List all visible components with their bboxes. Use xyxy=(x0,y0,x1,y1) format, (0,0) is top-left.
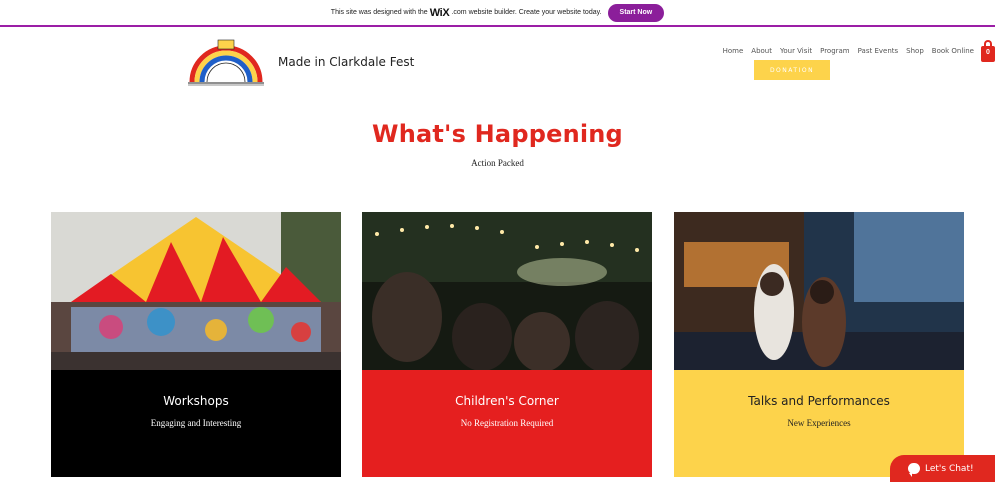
wix-logo[interactable]: WiX xyxy=(430,7,450,19)
site-logo[interactable] xyxy=(184,38,268,86)
site-title[interactable]: Made in Clarkdale Fest xyxy=(278,55,414,69)
cart-count: 0 xyxy=(986,49,990,56)
card-title: Talks and Performances xyxy=(748,394,890,408)
nav-about[interactable]: About xyxy=(751,47,772,55)
card-title: Workshops xyxy=(163,394,229,408)
card-title: Children's Corner xyxy=(455,394,559,408)
card-subtitle: Engaging and Interesting xyxy=(150,418,242,428)
chat-button[interactable]: Let's Chat! xyxy=(890,455,995,482)
chat-label: Let's Chat! xyxy=(925,463,974,474)
nav-your-visit[interactable]: Your Visit xyxy=(780,47,812,55)
card-talks-performances[interactable]: Talks and Performances New Experiences xyxy=(674,212,964,477)
childrens-corner-photo xyxy=(362,212,652,370)
start-now-button[interactable]: Start Now xyxy=(607,3,665,22)
cart-icon[interactable]: 0 xyxy=(981,40,995,62)
card-workshops[interactable]: Workshops Engaging and Interesting xyxy=(51,212,341,477)
nav-home[interactable]: Home xyxy=(723,47,744,55)
nav-program[interactable]: Program xyxy=(820,47,850,55)
section-title: What's Happening xyxy=(372,120,623,148)
nav-shop[interactable]: Shop xyxy=(906,47,924,55)
wix-banner-text-after: .com website builder. Create your websit… xyxy=(451,9,602,16)
card-childrens-corner[interactable]: Children's Corner No Registration Requir… xyxy=(362,212,652,477)
talks-performances-photo xyxy=(674,212,964,370)
wix-banner: This site was designed with the WiX .com… xyxy=(0,0,995,27)
donation-button[interactable]: DONATION xyxy=(754,60,830,80)
wix-banner-text-before: This site was designed with the xyxy=(330,9,428,16)
nav-book-online[interactable]: Book Online xyxy=(932,47,974,55)
wix-banner-text: This site was designed with the WiX .com… xyxy=(331,7,602,19)
main-nav: Home About Your Visit Program Past Event… xyxy=(723,47,974,55)
workshops-photo xyxy=(51,212,341,370)
section-subtitle: Action Packed xyxy=(471,158,524,168)
nav-past-events[interactable]: Past Events xyxy=(858,47,899,55)
card-subtitle: No Registration Required xyxy=(460,418,554,428)
chat-bubble-icon xyxy=(908,463,920,477)
card-subtitle: New Experiences xyxy=(787,418,851,428)
